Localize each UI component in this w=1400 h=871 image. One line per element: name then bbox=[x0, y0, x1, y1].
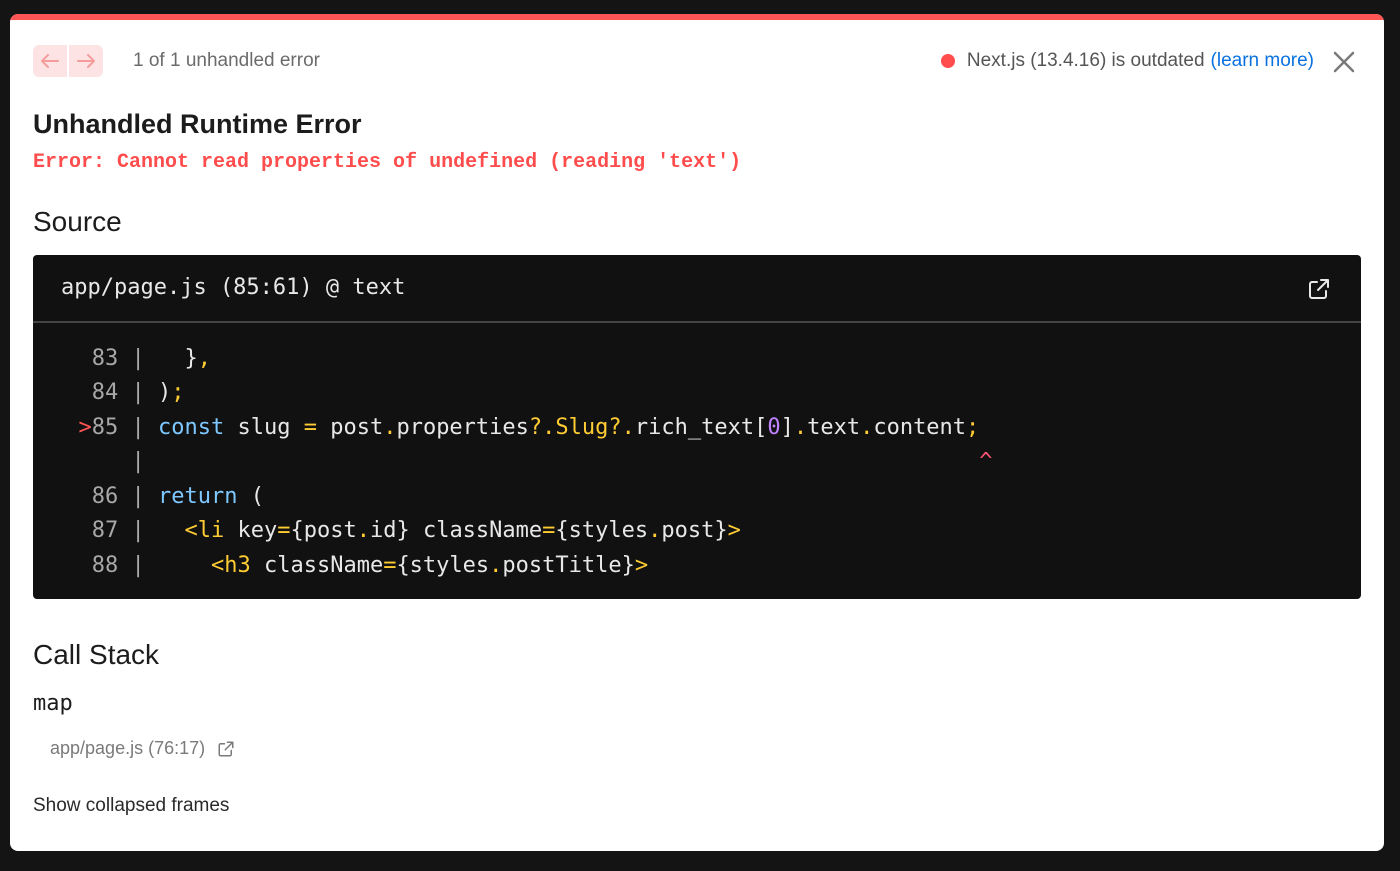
stack-frame-location[interactable]: app/page.js (76:17) bbox=[50, 738, 235, 759]
code-line: 87 | <li key={post.id} className={styles… bbox=[91, 518, 741, 544]
error-dialog: 1 of 1 unhandled error Next.js (13.4.16)… bbox=[10, 14, 1384, 851]
arrow-right-icon bbox=[77, 54, 95, 68]
call-stack-heading: Call Stack bbox=[33, 639, 160, 670]
code-line: 88 | <h3 className={styles.postTitle}> bbox=[91, 552, 649, 578]
version-text: Next.js (13.4.16) is outdated bbox=[966, 50, 1205, 71]
code-line: | ^ bbox=[78, 449, 993, 475]
source-heading: Source bbox=[33, 206, 122, 237]
status-dot-icon bbox=[940, 54, 955, 68]
code-line: 83 | }, bbox=[91, 345, 211, 371]
external-link-icon[interactable] bbox=[217, 740, 235, 758]
code-text: <li key={post.id} className={styles.post… bbox=[184, 518, 741, 544]
code-line: 86 | return ( bbox=[91, 483, 264, 509]
code-line-highlighted: > 85 | const slug = post.properties?.Slu… bbox=[78, 414, 980, 440]
stack-frame-function: map bbox=[33, 691, 73, 716]
next-error-button[interactable] bbox=[69, 45, 103, 77]
source-location-header: app/page.js (85:61) @ text bbox=[33, 255, 1361, 323]
error-line-marker: > bbox=[78, 414, 92, 440]
learn-more-link[interactable]: (learn more) bbox=[1211, 50, 1314, 72]
code-text: <h3 className={styles.postTitle}> bbox=[210, 552, 649, 578]
previous-error-button[interactable] bbox=[33, 45, 67, 77]
stack-frame-file[interactable]: app/page.js (76:17) bbox=[50, 738, 205, 759]
arrow-left-icon bbox=[41, 54, 59, 68]
code-text: const slug = post.properties?.Slug?.rich… bbox=[158, 414, 980, 440]
code-lines: 83 | }, 84 | ); > 85 | const slug = post… bbox=[33, 323, 1361, 583]
error-message: Error: Cannot read properties of undefin… bbox=[33, 151, 742, 174]
code-text: }, bbox=[158, 345, 211, 371]
line-number: 85 bbox=[91, 414, 119, 440]
error-title: Unhandled Runtime Error bbox=[33, 109, 362, 139]
error-caret: ^ bbox=[158, 449, 993, 475]
line-number: 88 bbox=[91, 552, 119, 578]
source-location: app/page.js (85:61) @ text bbox=[61, 275, 406, 300]
code-text: ); bbox=[158, 380, 185, 406]
line-number: 86 bbox=[91, 483, 119, 509]
close-icon[interactable] bbox=[1332, 50, 1356, 74]
line-number: 83 bbox=[91, 345, 119, 371]
code-text: return ( bbox=[158, 483, 264, 509]
show-collapsed-frames-button[interactable]: Show collapsed frames bbox=[33, 795, 229, 817]
error-navigation bbox=[33, 45, 103, 77]
error-count: 1 of 1 unhandled error bbox=[133, 50, 320, 71]
version-status: Next.js (13.4.16) is outdated (learn mor… bbox=[940, 50, 1314, 72]
source-code-frame: app/page.js (85:61) @ text 83 | }, 84 | … bbox=[33, 255, 1361, 599]
line-number: 84 bbox=[91, 380, 119, 406]
code-line: 84 | ); bbox=[91, 380, 185, 406]
dialog-top-bar bbox=[10, 14, 1384, 20]
external-link-icon[interactable] bbox=[1307, 277, 1331, 301]
line-number: 87 bbox=[91, 518, 119, 544]
